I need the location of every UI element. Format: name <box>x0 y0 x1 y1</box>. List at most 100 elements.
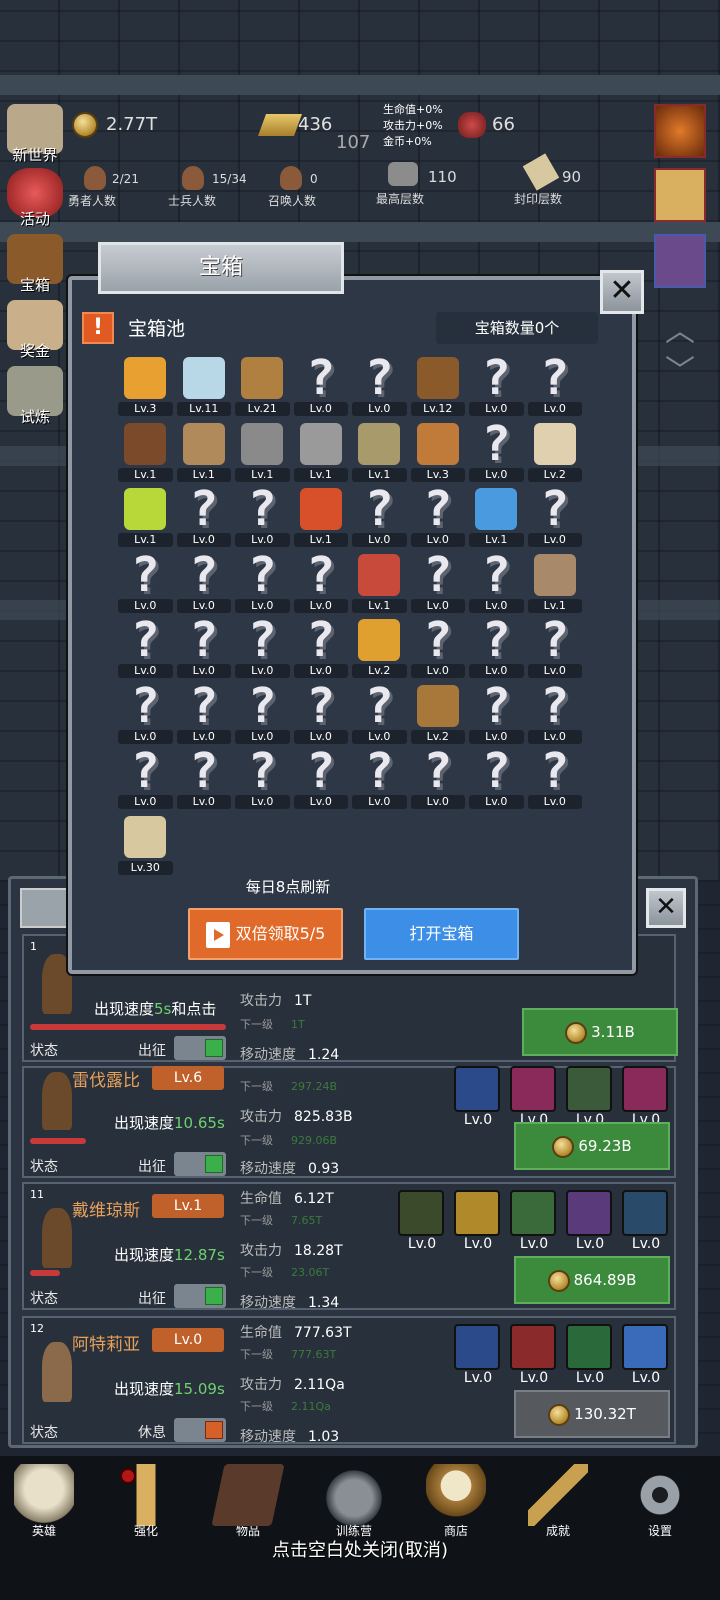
item-slot[interactable]: ? Lv.0 <box>175 483 234 549</box>
skill-beast[interactable]: Lv.0 <box>566 1066 614 1128</box>
item-slot[interactable]: ? Lv.0 <box>292 352 351 418</box>
item-slot[interactable]: Lv.2 <box>350 614 409 680</box>
onion-icon[interactable] <box>654 104 706 158</box>
item-slot[interactable]: ? Lv.0 <box>116 549 175 615</box>
double-claim-button[interactable]: 双倍领取5/5 <box>188 908 343 960</box>
bottom-nav-achievement[interactable]: 成就 <box>518 1464 598 1539</box>
hero-card[interactable]: 12 阿特莉亚 Lv.0 出现速度15.09s 状态 休息 生命值 777.63T… <box>22 1316 676 1445</box>
item-slot[interactable]: ? Lv.0 <box>526 614 585 680</box>
deploy-toggle[interactable] <box>174 1284 226 1308</box>
item-slot[interactable]: ? Lv.0 <box>467 614 526 680</box>
item-slot[interactable]: ? Lv.0 <box>233 549 292 615</box>
item-slot[interactable]: ? Lv.0 <box>350 483 409 549</box>
item-slot[interactable]: Lv.2 <box>409 680 468 746</box>
skill-skull-shield[interactable]: Lv.0 <box>398 1190 446 1252</box>
item-slot[interactable]: Lv.1 <box>350 418 409 484</box>
skill-blood[interactable]: Lv.0 <box>510 1324 558 1386</box>
skill-heart[interactable]: Lv.0 <box>622 1324 670 1386</box>
item-slot[interactable]: ? Lv.0 <box>175 549 234 615</box>
item-slot[interactable]: ? Lv.0 <box>292 549 351 615</box>
item-slot[interactable]: Lv.11 <box>175 352 234 418</box>
hero-card[interactable]: 雷伐露比 Lv.6 出现速度10.65s 状态 出征 下一级 297.24B 攻击… <box>22 1066 676 1178</box>
skill-leaf[interactable]: Lv.0 <box>454 1066 502 1128</box>
left-nav-new-world[interactable]: 新世界 <box>0 104 70 165</box>
item-slot[interactable]: ? Lv.0 <box>526 680 585 746</box>
item-slot[interactable]: ? Lv.0 <box>175 745 234 811</box>
left-nav-activity[interactable]: 活动 <box>0 168 70 229</box>
item-slot[interactable]: ? Lv.0 <box>233 680 292 746</box>
item-slot[interactable]: Lv.1 <box>116 483 175 549</box>
item-slot[interactable]: ? Lv.0 <box>350 680 409 746</box>
item-slot[interactable]: Lv.1 <box>292 483 351 549</box>
upgrade-button[interactable]: 864.89B <box>514 1256 670 1304</box>
modal-close-button[interactable]: ✕ <box>600 270 644 314</box>
item-slot[interactable]: ? Lv.0 <box>526 483 585 549</box>
upgrade-button[interactable]: 130.32T <box>514 1390 670 1438</box>
skill-fist[interactable]: Lv.0 <box>622 1190 670 1252</box>
item-slot[interactable]: ? Lv.0 <box>233 483 292 549</box>
item-slot[interactable]: ? Lv.0 <box>350 352 409 418</box>
scroll-item-icon[interactable] <box>654 234 706 288</box>
skill-claw[interactable]: Lv.0 <box>566 1190 614 1252</box>
upgrade-button[interactable]: 69.23B <box>514 1122 670 1170</box>
left-nav-bonus[interactable]: 奖金 <box>0 300 70 361</box>
item-slot[interactable]: Lv.2 <box>526 418 585 484</box>
item-slot[interactable]: ? Lv.0 <box>467 418 526 484</box>
item-slot[interactable]: Lv.3 <box>409 418 468 484</box>
bottom-nav-items[interactable]: 物品 <box>208 1464 288 1539</box>
upgrade-button[interactable]: 3.11B <box>522 1008 678 1056</box>
item-slot[interactable]: ? Lv.0 <box>292 745 351 811</box>
left-nav-trial[interactable]: 试炼 <box>0 366 70 427</box>
item-slot[interactable]: ? Lv.0 <box>467 745 526 811</box>
item-slot[interactable]: ? Lv.0 <box>467 549 526 615</box>
item-slot[interactable]: Lv.30 <box>116 811 175 877</box>
open-chest-button[interactable]: 打开宝箱 <box>364 908 519 960</box>
item-slot[interactable]: ? Lv.0 <box>233 745 292 811</box>
skill-shield[interactable]: Lv.0 <box>454 1324 502 1386</box>
item-slot[interactable]: Lv.1 <box>350 549 409 615</box>
item-slot[interactable]: Lv.1 <box>175 418 234 484</box>
item-slot[interactable]: ? Lv.0 <box>409 483 468 549</box>
item-slot[interactable]: Lv.21 <box>233 352 292 418</box>
bottom-nav-shop[interactable]: 商店 <box>416 1464 496 1539</box>
item-slot[interactable]: ? Lv.0 <box>409 614 468 680</box>
item-slot[interactable]: ? Lv.0 <box>409 745 468 811</box>
bottom-nav-enhance[interactable]: 强化 <box>106 1464 186 1539</box>
close-hint[interactable]: 点击空白处关闭(取消) <box>0 1536 720 1562</box>
candle-icon[interactable] <box>654 168 706 222</box>
skill-leaf[interactable]: Lv.0 <box>566 1324 614 1386</box>
item-slot[interactable]: ? Lv.0 <box>233 614 292 680</box>
skill-claw[interactable]: Lv.0 <box>510 1066 558 1128</box>
item-slot[interactable]: ? Lv.0 <box>526 352 585 418</box>
item-slot[interactable]: Lv.1 <box>292 418 351 484</box>
item-slot[interactable]: Lv.3 <box>116 352 175 418</box>
skill-boot[interactable]: Lv.0 <box>510 1190 558 1252</box>
item-slot[interactable]: Lv.1 <box>233 418 292 484</box>
bottom-nav-hero[interactable]: 英雄 <box>4 1464 84 1539</box>
skill-boot[interactable]: Lv.0 <box>622 1066 670 1128</box>
item-slot[interactable]: ? Lv.0 <box>526 745 585 811</box>
item-slot[interactable]: ? Lv.0 <box>116 680 175 746</box>
item-slot[interactable]: ? Lv.0 <box>116 745 175 811</box>
item-slot[interactable]: ? Lv.0 <box>116 614 175 680</box>
item-slot[interactable]: ? Lv.0 <box>467 680 526 746</box>
deploy-toggle[interactable] <box>174 1152 226 1176</box>
hero-card[interactable]: 11 戴维琼斯 Lv.1 出现速度12.87s 状态 出征 生命值 6.12T 下… <box>22 1182 676 1311</box>
item-slot[interactable]: ? Lv.0 <box>467 352 526 418</box>
hero-panel-close-button[interactable]: ✕ <box>646 888 686 928</box>
scroll-arrows[interactable]: ︿ ﹀ <box>654 312 706 402</box>
bottom-nav-training[interactable]: 训练营 <box>314 1464 394 1539</box>
item-slot[interactable]: ? Lv.0 <box>292 614 351 680</box>
deploy-toggle[interactable] <box>174 1418 226 1442</box>
item-slot[interactable]: ? Lv.0 <box>350 745 409 811</box>
item-slot[interactable]: ? Lv.0 <box>175 614 234 680</box>
skill-blade[interactable]: Lv.0 <box>454 1190 502 1252</box>
item-slot[interactable]: ? Lv.0 <box>175 680 234 746</box>
item-slot[interactable]: Lv.12 <box>409 352 468 418</box>
item-slot[interactable]: ? Lv.0 <box>409 549 468 615</box>
item-slot[interactable]: Lv.1 <box>116 418 175 484</box>
deploy-toggle[interactable] <box>174 1036 226 1060</box>
item-slot[interactable]: Lv.1 <box>526 549 585 615</box>
left-nav-chest[interactable]: 宝箱 <box>0 234 70 295</box>
item-slot[interactable]: ? Lv.0 <box>292 680 351 746</box>
